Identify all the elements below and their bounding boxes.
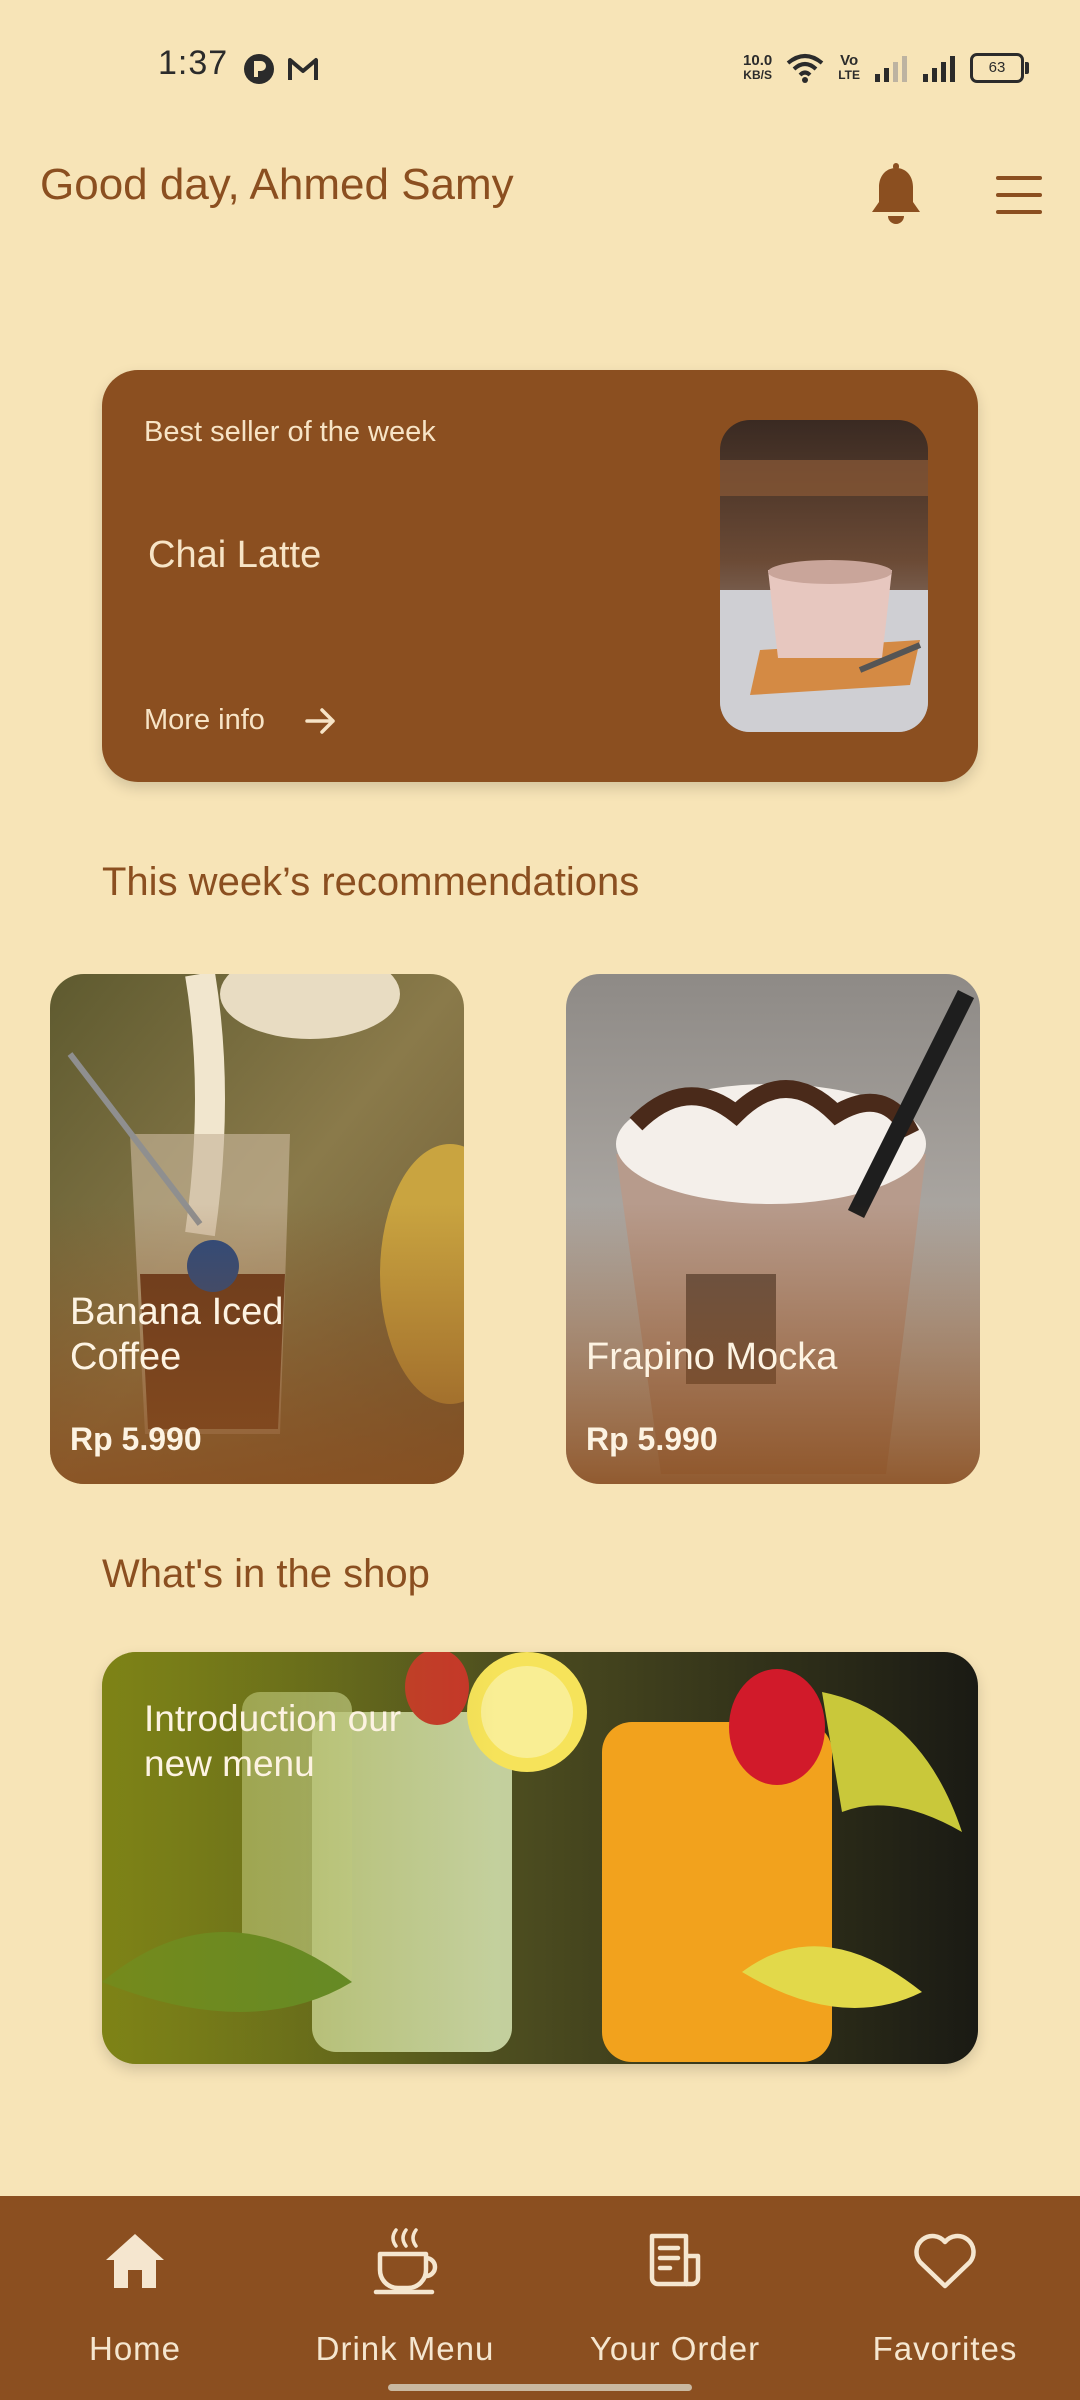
recommendation-price: Rp 5.990 (586, 1421, 718, 1457)
new-menu-banner[interactable]: Introduction our new menu (102, 1652, 978, 2064)
banana-iced-coffee-photo (50, 974, 464, 1484)
greeting: Good day, Ahmed Samy (40, 160, 514, 209)
chai-latte-photo (720, 420, 928, 732)
gmail-icon (288, 58, 318, 80)
nav-label: Your Order (589, 2330, 761, 2367)
hamburger-menu-icon[interactable] (994, 172, 1044, 218)
recommendation-card-banana-iced-coffee[interactable]: Banana Iced Coffee Rp 5.990 (50, 974, 464, 1484)
bottom-nav: Home Drink Menu Your Order Favorites (0, 2196, 1080, 2400)
signal-icon (875, 56, 907, 82)
receipt-icon (649, 2233, 701, 2287)
new-menu-text: Introduction our new menu (144, 1698, 402, 1784)
net-speed: 10.0 KB/S (743, 52, 773, 82)
bell-icon[interactable] (868, 162, 924, 230)
more-info-link[interactable]: More info (144, 704, 337, 737)
heart-icon (914, 2233, 976, 2289)
nav-drink-menu[interactable]: Drink Menu (270, 2196, 540, 2400)
recommendation-name: Frapino Mocka (586, 1336, 838, 1378)
status-bar: 1:37 10.0 KB/S Vo LTE 63 (0, 0, 1080, 136)
best-seller-card[interactable]: Best seller of the week Chai Latte More … (102, 370, 978, 782)
recommendation-price: Rp 5.990 (70, 1421, 202, 1457)
best-seller-name: Chai Latte (148, 534, 322, 576)
recommendations-title: This week’s recommendations (102, 860, 640, 904)
nav-favorites[interactable]: Favorites (810, 2196, 1080, 2400)
nav-label: Drink Menu (315, 2330, 495, 2367)
wifi-icon (786, 54, 824, 83)
signal-icon (923, 56, 955, 82)
nav-home[interactable]: Home (0, 2196, 270, 2400)
home-indicator[interactable] (388, 2384, 692, 2391)
recommendation-card-frapino-mocka[interactable]: Frapino Mocka Rp 5.990 (566, 974, 980, 1484)
volte-badge: Vo LTE (838, 52, 860, 82)
app-notification-icon (244, 54, 274, 84)
nav-your-order[interactable]: Your Order (540, 2196, 810, 2400)
status-time: 1:37 (158, 44, 229, 82)
nav-label: Favorites (872, 2330, 1018, 2367)
frapino-mocka-photo (566, 974, 980, 1484)
nav-label: Home (88, 2330, 182, 2367)
status-icons: 10.0 KB/S Vo LTE 63 (743, 48, 1029, 88)
more-info-label: More info (144, 704, 265, 736)
battery-icon: 63 (970, 53, 1029, 83)
home-icon (106, 2234, 164, 2288)
coffee-cup-icon (373, 2228, 438, 2295)
arrow-right-icon (305, 707, 335, 734)
shop-title: What's in the shop (102, 1552, 430, 1596)
best-seller-subtitle: Best seller of the week (144, 416, 436, 448)
recommendation-name: Banana Iced Coffee (70, 1291, 284, 1378)
